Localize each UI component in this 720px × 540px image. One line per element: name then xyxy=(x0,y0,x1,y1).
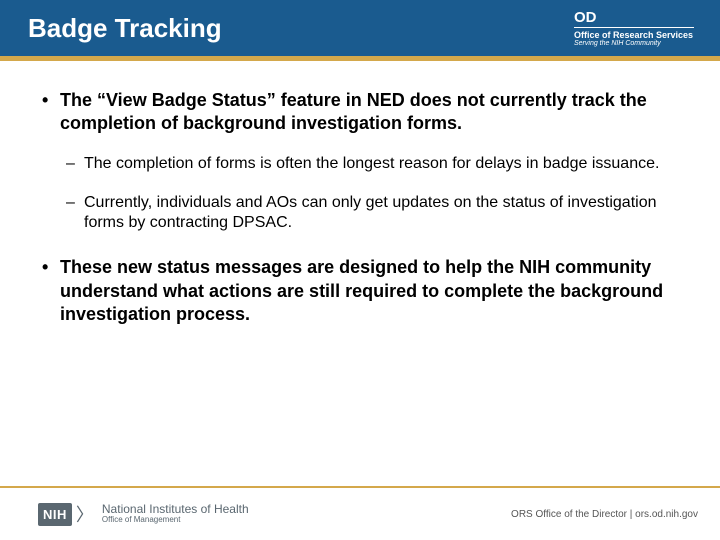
bullet-text: The “View Badge Status” feature in NED d… xyxy=(60,90,647,133)
nih-office: Office of Management xyxy=(102,516,249,525)
slide-header: Badge Tracking OD Office of Research Ser… xyxy=(0,0,720,56)
bullet-item: These new status messages are designed t… xyxy=(38,256,682,326)
od-subtitle-2: Serving the NIH Community xyxy=(574,40,694,47)
nih-logo: NIH 〉 National Institutes of Health Offi… xyxy=(38,501,249,527)
od-label: OD xyxy=(574,9,694,28)
slide-footer: NIH 〉 National Institutes of Health Offi… xyxy=(0,486,720,540)
sub-bullet-item: Currently, individuals and AOs can only … xyxy=(60,193,682,235)
bullet-item: The “View Badge Status” feature in NED d… xyxy=(38,89,682,234)
header-branding: OD Office of Research Services Serving t… xyxy=(574,9,700,47)
nih-text-block: National Institutes of Health Office of … xyxy=(102,503,249,525)
bullet-text: These new status messages are designed t… xyxy=(60,257,663,324)
slide-title: Badge Tracking xyxy=(28,13,222,44)
sub-bullet-item: The completion of forms is often the lon… xyxy=(60,154,682,175)
footer-attribution: ORS Office of the Director | ors.od.nih.… xyxy=(511,509,698,520)
od-subtitle-1: Office of Research Services xyxy=(574,30,694,40)
slide-body: The “View Badge Status” feature in NED d… xyxy=(0,61,720,326)
chevron-right-icon: 〉 xyxy=(76,501,94,527)
nih-mark-icon: NIH xyxy=(38,503,72,526)
